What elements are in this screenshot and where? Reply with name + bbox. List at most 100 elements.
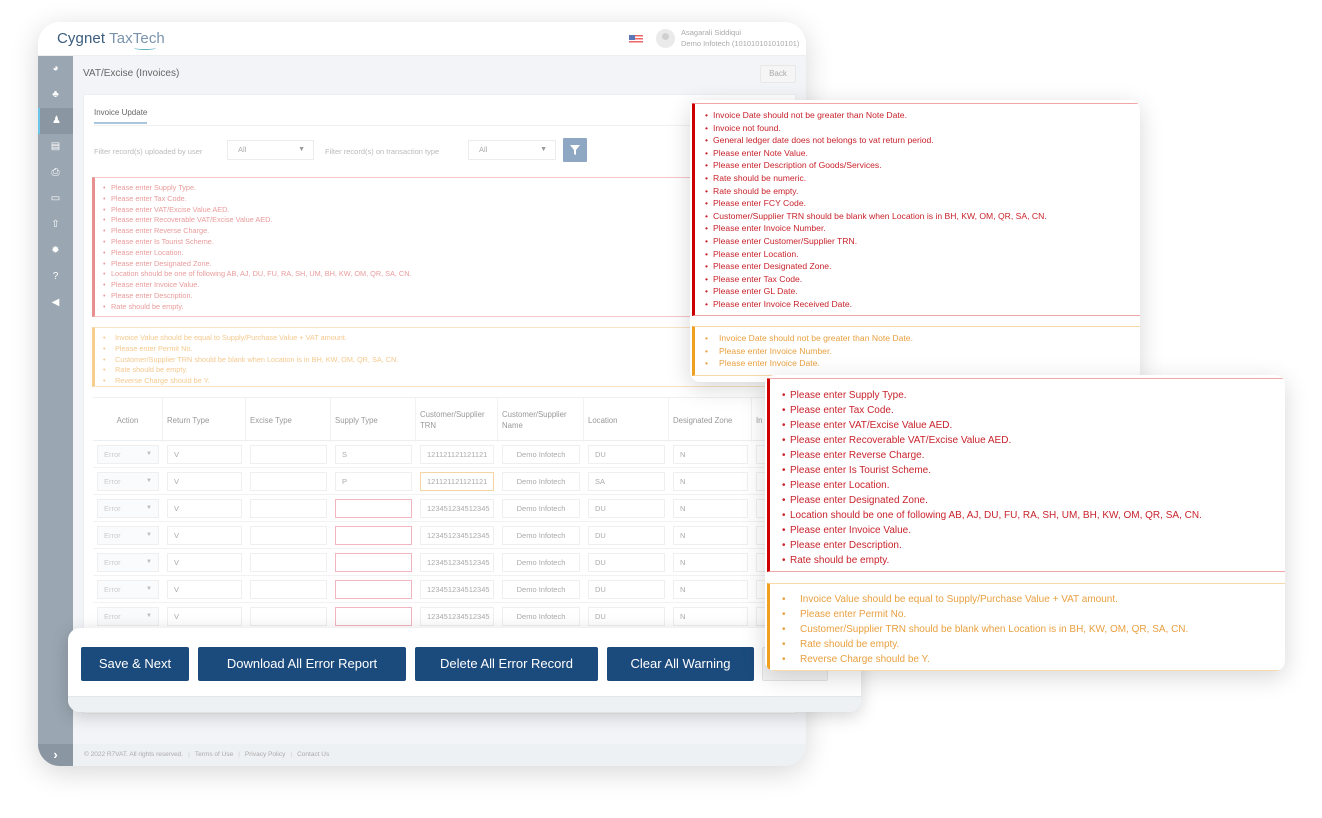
filter-transaction-select[interactable]: All ▼ xyxy=(468,140,556,160)
designated-zone-input[interactable]: N xyxy=(673,607,748,626)
action-select[interactable]: Error ▼ xyxy=(97,526,159,545)
avatar[interactable] xyxy=(656,29,675,48)
location-input[interactable]: DU xyxy=(588,607,665,626)
sidebar-item-card[interactable]: ▭ xyxy=(38,186,73,212)
action-select[interactable]: Error ▼ xyxy=(97,553,159,572)
location-input[interactable]: DU xyxy=(588,445,665,464)
sidebar-item-help[interactable]: ? xyxy=(38,264,73,290)
error-message: Please enter Location. xyxy=(782,478,1285,493)
privacy-link[interactable]: Privacy Policy xyxy=(245,751,285,758)
excise-type-input[interactable] xyxy=(250,607,327,626)
name-input-value: Demo Infotech xyxy=(516,612,566,621)
action-select[interactable]: Error ▼ xyxy=(97,499,159,518)
return-type-input-value: V xyxy=(174,450,180,459)
excise-type-input[interactable] xyxy=(250,526,327,545)
return-type-input[interactable]: V xyxy=(167,472,242,491)
terms-link[interactable]: Terms of Use xyxy=(195,751,233,758)
return-type-input[interactable]: V xyxy=(167,499,242,518)
sidebar-item-settings[interactable]: ✹ xyxy=(38,238,73,264)
designated-zone-input[interactable]: N xyxy=(673,553,748,572)
excise-type-input[interactable] xyxy=(250,472,327,491)
column-header[interactable]: Customer/Supplier Name xyxy=(498,398,584,442)
error-message: Please enter Description. xyxy=(103,291,791,302)
sidebar-item-user[interactable]: ♟ xyxy=(38,108,73,134)
sidebar-item-document[interactable]: ▤ xyxy=(38,134,73,160)
location-input[interactable]: DU xyxy=(588,580,665,599)
error-message: Please enter Invoice Number. xyxy=(705,222,1140,235)
column-header[interactable]: Excise Type xyxy=(246,398,331,442)
excise-type-input[interactable] xyxy=(250,499,327,518)
return-type-input[interactable]: V xyxy=(167,526,242,545)
save-next-button[interactable]: Save & Next xyxy=(81,647,189,681)
name-input[interactable]: Demo Infotech xyxy=(502,607,580,626)
supply-type-input[interactable] xyxy=(335,526,412,545)
name-input[interactable]: Demo Infotech xyxy=(502,499,580,518)
filter-button[interactable] xyxy=(563,138,587,162)
designated-zone-input[interactable]: N xyxy=(673,526,748,545)
name-input[interactable]: Demo Infotech xyxy=(502,472,580,491)
supply-type-input[interactable] xyxy=(335,553,412,572)
excise-type-input[interactable] xyxy=(250,445,327,464)
column-header[interactable]: Designated Zone xyxy=(669,398,752,442)
trn-input[interactable]: 123451234512345 xyxy=(420,553,494,572)
trn-input[interactable]: 121121121121121 xyxy=(420,445,494,464)
name-input[interactable]: Demo Infotech xyxy=(502,553,580,572)
location-input[interactable]: DU xyxy=(588,553,665,572)
column-header[interactable]: Customer/Supplier TRN xyxy=(416,398,498,442)
sitemap-icon: ♣ xyxy=(52,89,59,100)
location-input[interactable]: DU xyxy=(588,526,665,545)
logo[interactable]: Cygnet TaxTech xyxy=(57,30,165,47)
us-flag-icon[interactable] xyxy=(629,35,643,44)
excise-type-input[interactable] xyxy=(250,553,327,572)
location-input[interactable]: DU xyxy=(588,499,665,518)
location-input[interactable]: SA xyxy=(588,472,665,491)
designated-zone-input[interactable]: N xyxy=(673,472,748,491)
name-input[interactable]: Demo Infotech xyxy=(502,580,580,599)
sidebar-item-sitemap[interactable]: ♣ xyxy=(38,82,73,108)
column-header[interactable]: Return Type xyxy=(163,398,246,442)
expand-sidebar-chevron-icon[interactable]: › xyxy=(38,744,73,766)
sidebar-item-upload[interactable]: ⇧ xyxy=(38,212,73,238)
return-type-input[interactable]: V xyxy=(167,445,242,464)
user-name[interactable]: Asagarali Siddiqui xyxy=(681,28,741,37)
action-select[interactable]: Error ▼ xyxy=(97,580,159,599)
sidebar-item-megaphone[interactable]: ◀ xyxy=(38,290,73,316)
action-select[interactable]: Error ▼ xyxy=(97,445,159,464)
excise-type-input[interactable] xyxy=(250,580,327,599)
return-type-input[interactable]: V xyxy=(167,607,242,626)
supply-type-input[interactable]: P xyxy=(335,472,412,491)
sidebar-item-print[interactable]: ⎙ xyxy=(38,160,73,186)
designated-zone-input[interactable]: N xyxy=(673,499,748,518)
action-select[interactable]: Error ▼ xyxy=(97,607,159,626)
back-button[interactable]: Back xyxy=(760,65,796,83)
trn-input[interactable]: 121121121121121 xyxy=(420,472,494,491)
column-header[interactable]: Action xyxy=(93,398,163,442)
supply-type-input[interactable] xyxy=(335,580,412,599)
trn-input[interactable]: 123451234512345 xyxy=(420,580,494,599)
megaphone-icon: ◀ xyxy=(51,297,60,308)
clear-warnings-button[interactable]: Clear All Warning xyxy=(607,647,754,681)
return-type-input[interactable]: V xyxy=(167,580,242,599)
tab-invoice-update[interactable]: Invoice Update xyxy=(94,108,148,124)
supply-type-input[interactable]: S xyxy=(335,445,412,464)
column-header[interactable]: Location xyxy=(584,398,669,442)
filter-transaction-value: All xyxy=(479,145,488,154)
download-error-report-button[interactable]: Download All Error Report xyxy=(198,647,406,681)
delete-error-records-button[interactable]: Delete All Error Record xyxy=(415,647,598,681)
return-type-input[interactable]: V xyxy=(167,553,242,572)
trn-input[interactable]: 123451234512345 xyxy=(420,499,494,518)
contact-link[interactable]: Contact Us xyxy=(297,751,329,758)
column-header[interactable]: Supply Type xyxy=(331,398,416,442)
name-input[interactable]: Demo Infotech xyxy=(502,526,580,545)
sidebar-item-dashboard[interactable]: ◕ xyxy=(38,56,73,82)
trn-input[interactable]: 123451234512345 xyxy=(420,607,494,626)
designated-zone-input[interactable]: N xyxy=(673,445,748,464)
name-input[interactable]: Demo Infotech xyxy=(502,445,580,464)
supply-type-input[interactable] xyxy=(335,499,412,518)
action-select[interactable]: Error ▼ xyxy=(97,472,159,491)
filter-user-select[interactable]: All ▼ xyxy=(227,140,314,160)
supply-type-input[interactable] xyxy=(335,607,412,626)
designated-zone-input[interactable]: N xyxy=(673,580,748,599)
error-message: Invoice not found. xyxy=(705,122,1140,135)
trn-input[interactable]: 123451234512345 xyxy=(420,526,494,545)
